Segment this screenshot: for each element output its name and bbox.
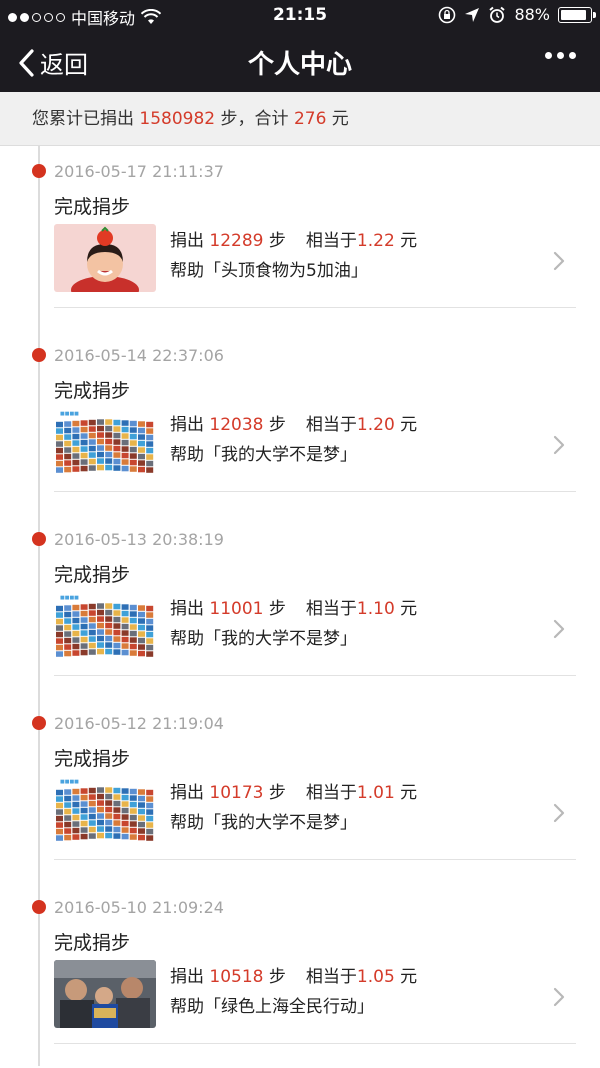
entry-amount: 1.20	[356, 415, 395, 435]
chevron-right-icon	[553, 803, 565, 823]
project-line: 帮助「我的大学不是梦」	[170, 629, 357, 649]
chevron-right-icon	[553, 251, 565, 271]
entry-title: 完成捐步	[54, 564, 131, 586]
entry-steps: 11001	[209, 599, 264, 619]
donation-line: 捐出 12289 步相当于1.22 元	[170, 231, 418, 251]
svg-text:■■■■: ■■■■	[60, 779, 79, 785]
photo-wall-image: ■■■■	[54, 776, 156, 844]
donation-line: 捐出 10518 步相当于1.05 元	[170, 967, 418, 987]
crowd-photo	[54, 960, 156, 1028]
chevron-right-icon	[553, 435, 565, 455]
entry-date: 2016-05-17 21:11:37	[54, 162, 224, 181]
entry-steps: 10173	[209, 783, 264, 803]
donation-timeline: 2016-05-17 21:11:37 完成捐步 捐出 12289 步相当于1.22…	[0, 146, 600, 1066]
entry-title: 完成捐步	[54, 748, 131, 770]
location-icon	[465, 7, 480, 22]
svg-text:■■■■: ■■■■	[60, 595, 79, 601]
entry-amount: 1.10	[356, 599, 395, 619]
entry-amount: 1.01	[356, 783, 395, 803]
donation-card[interactable]: 捐出 10518 步相当于1.05 元帮助「绿色上海全民行动」	[54, 958, 576, 1044]
timeline-entry: 2016-05-12 21:19:04 完成捐步 ■■■■ 捐出 10173 步相当于…	[0, 700, 600, 884]
more-button[interactable]	[545, 52, 576, 59]
svg-text:■■■■: ■■■■	[60, 411, 79, 417]
donation-line: 捐出 12038 步相当于1.20 元	[170, 415, 418, 435]
chevron-right-icon	[553, 987, 565, 1007]
status-bar: 中国移动 21:15 88%	[0, 0, 600, 30]
project-name: 我的大学不是梦	[221, 813, 340, 833]
entry-steps: 10518	[209, 967, 264, 987]
photo-wall-image: ■■■■	[54, 592, 156, 660]
project-name: 绿色上海全民行动	[221, 997, 357, 1017]
donation-summary: 您累计已捐出 1580982 步，合计 276 元	[0, 92, 600, 146]
timeline-entry: 2016-05-17 21:11:37 完成捐步捐出 12289 步相当于1.22…	[0, 148, 600, 332]
more-dot-icon	[545, 52, 552, 59]
timeline-entry: 2016-05-10 21:09:24 完成捐步捐出 10518 步相当于1.05…	[0, 884, 600, 1068]
entry-amount: 1.05	[356, 967, 395, 987]
project-line: 帮助「我的大学不是梦」	[170, 445, 357, 465]
chevron-left-icon	[19, 48, 34, 77]
timeline-dot	[32, 532, 46, 546]
project-name: 我的大学不是梦	[221, 629, 340, 649]
donation-card[interactable]: ■■■■ 捐出 12038 步相当于1.20 元帮助「我的大学不是梦」	[54, 406, 576, 492]
navigation-bar: 返回 个人中心	[0, 30, 600, 92]
page-title: 个人中心	[247, 50, 352, 80]
chevron-right-icon	[553, 619, 565, 639]
top-bar: 中国移动 21:15 88% 返回 个人中心	[0, 0, 600, 92]
donation-card[interactable]: 捐出 12289 步相当于1.22 元帮助「头顶食物为5加油」	[54, 222, 576, 308]
timeline-entry: 2016-05-14 22:37:06 完成捐步 ■■■■ 捐出 12038 步相当于…	[0, 332, 600, 516]
entry-title: 完成捐步	[54, 196, 131, 218]
timeline-entry: 2016-05-13 20:38:19 完成捐步 ■■■■ 捐出 11001 步相当于…	[0, 516, 600, 700]
timeline-dot	[32, 348, 46, 362]
back-label: 返回	[40, 51, 88, 79]
battery-percent: 88%	[514, 5, 550, 24]
donation-line: 捐出 10173 步相当于1.01 元	[170, 783, 418, 803]
donation-card[interactable]: ■■■■ 捐出 11001 步相当于1.10 元帮助「我的大学不是梦」	[54, 590, 576, 676]
entry-date: 2016-05-13 20:38:19	[54, 530, 224, 549]
entry-date: 2016-05-12 21:19:04	[54, 714, 224, 733]
entry-date: 2016-05-14 22:37:06	[54, 346, 224, 365]
project-name: 头顶食物为5加油	[221, 261, 351, 281]
project-line: 帮助「绿色上海全民行动」	[170, 997, 374, 1017]
entry-amount: 1.22	[356, 231, 395, 251]
entry-steps: 12038	[209, 415, 264, 435]
timeline-dot	[32, 716, 46, 730]
timeline-dot	[32, 900, 46, 914]
project-line: 帮助「我的大学不是梦」	[170, 813, 357, 833]
alarm-icon	[489, 6, 506, 23]
girl-with-tomato-photo	[54, 224, 156, 292]
project-name: 我的大学不是梦	[221, 445, 340, 465]
back-button[interactable]: 返回	[16, 45, 88, 80]
rotation-lock-icon	[439, 6, 456, 23]
total-amount: 276	[293, 109, 327, 129]
timeline-dot	[32, 164, 46, 178]
battery-icon	[558, 6, 596, 23]
status-right: 88%	[438, 5, 596, 24]
entry-title: 完成捐步	[54, 380, 131, 402]
donation-card[interactable]: ■■■■ 捐出 10173 步相当于1.01 元帮助「我的大学不是梦」	[54, 774, 576, 860]
total-steps: 1580982	[139, 109, 216, 129]
photo-wall-image: ■■■■	[54, 408, 156, 476]
entry-title: 完成捐步	[54, 932, 131, 954]
project-line: 帮助「头顶食物为5加油」	[170, 261, 368, 281]
donation-line: 捐出 11001 步相当于1.10 元	[170, 599, 418, 619]
entry-steps: 12289	[209, 231, 264, 251]
entry-date: 2016-05-10 21:09:24	[54, 898, 224, 917]
